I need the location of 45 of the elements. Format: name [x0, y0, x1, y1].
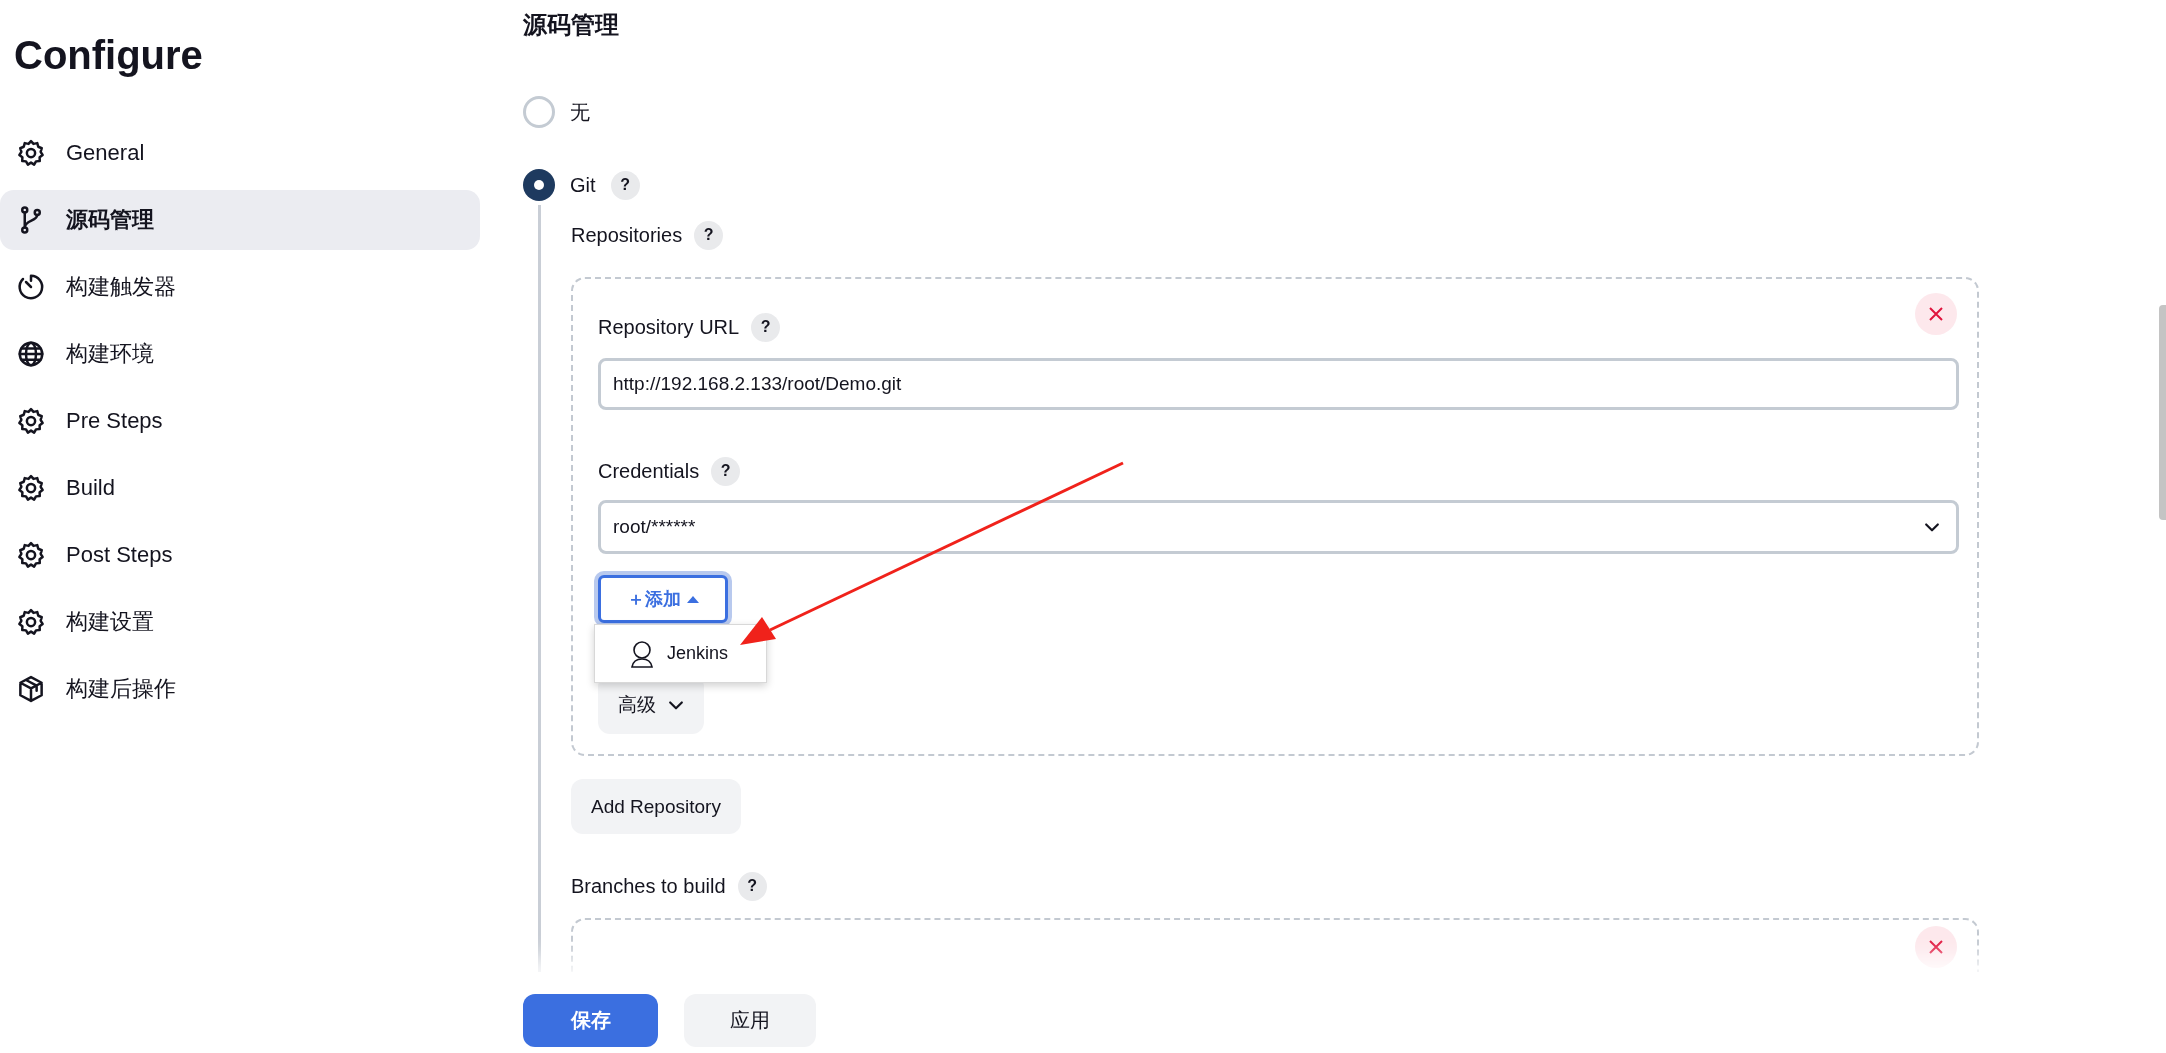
sidebar-item[interactable]: Post Steps — [0, 525, 480, 585]
radio-label: 无 — [570, 99, 590, 125]
help-badge[interactable]: ? — [694, 220, 724, 250]
help-badge[interactable]: ? — [610, 170, 640, 200]
package-icon — [16, 674, 46, 704]
scrollbar-thumb[interactable] — [2159, 305, 2166, 520]
help-badge[interactable]: ? — [737, 871, 767, 901]
help-badge[interactable]: ? — [711, 456, 741, 486]
sidebar-item[interactable]: 源码管理 — [0, 190, 480, 250]
settings-icon — [16, 473, 46, 503]
timer-icon — [16, 272, 46, 302]
person-icon — [629, 639, 655, 668]
sidebar-item[interactable]: 构建后操作 — [0, 659, 480, 719]
sidebar-item[interactable]: Pre Steps — [0, 391, 480, 451]
sidebar-item[interactable]: Build — [0, 458, 480, 518]
radio-button[interactable] — [523, 169, 555, 201]
save-button[interactable]: 保存 — [523, 994, 658, 1047]
help-badge[interactable]: ? — [751, 312, 781, 342]
settings-icon — [16, 540, 46, 570]
apply-button[interactable]: 应用 — [684, 994, 816, 1047]
caret-icon — [687, 595, 699, 603]
url-field[interactable]: http://192.168.2.133/root/Demo.git — [598, 358, 1959, 410]
field-label: Repositories — [571, 223, 683, 247]
page-title: Configure — [14, 32, 203, 79]
field-label: Credentials — [598, 459, 700, 483]
field-label: Branches to build — [571, 874, 726, 898]
menu-item[interactable]: Jenkins — [595, 625, 766, 682]
section-title: 源码管理 — [523, 10, 619, 40]
globe-icon — [16, 339, 46, 369]
sidebar-item[interactable]: 构建触发器 — [0, 257, 480, 317]
credentials-select[interactable]: root/****** — [598, 500, 1959, 554]
add-repository-button[interactable]: Add Repository — [571, 779, 741, 834]
radio-button[interactable] — [523, 96, 555, 128]
sidebar-item[interactable]: 构建设置 — [0, 592, 480, 652]
sidebar-item[interactable]: General — [0, 123, 480, 183]
field-label: Repository URL — [598, 315, 740, 339]
close-icon — [1928, 306, 1944, 322]
radio-label: Git — [570, 173, 596, 197]
settings-icon — [16, 406, 46, 436]
delete-button[interactable] — [1915, 926, 1957, 968]
delete-button[interactable] — [1915, 293, 1957, 335]
sidebar-item[interactable]: 构建环境 — [0, 324, 480, 384]
settings-icon — [16, 138, 46, 168]
close-icon — [1928, 939, 1944, 955]
settings-icon — [16, 607, 46, 637]
